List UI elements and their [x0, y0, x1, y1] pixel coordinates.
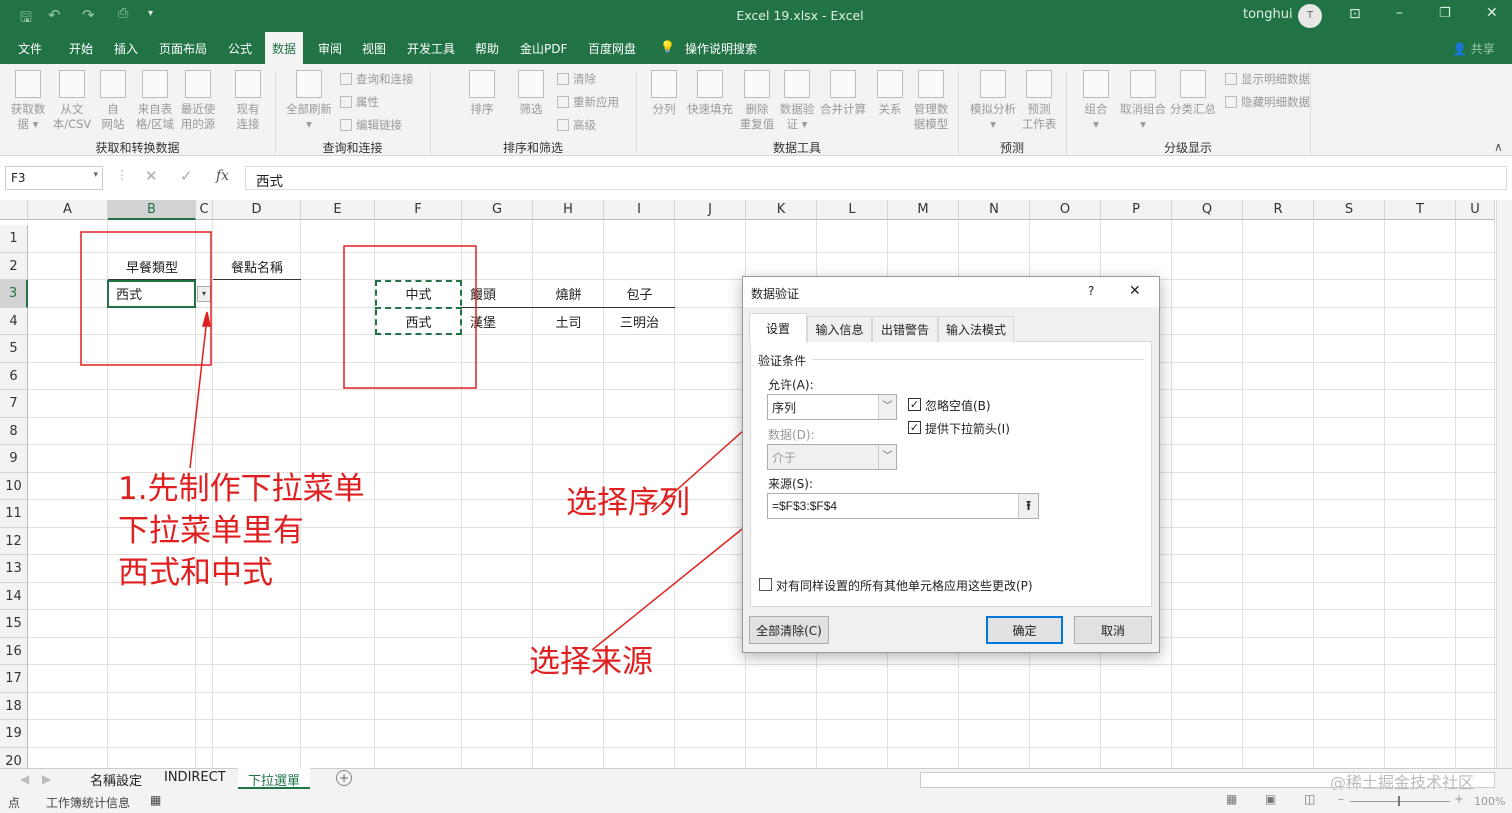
annotation-step1: 1.先制作下拉菜单 下拉菜单里有 西式和中式	[118, 468, 365, 594]
dropdown-label: 提供下拉箭头(I)	[925, 422, 1010, 436]
zoom-out-icon[interactable]: –	[1338, 792, 1344, 806]
source-input[interactable]: =$F$3:$F$4 ⭱	[767, 493, 1039, 519]
page-break-view-icon[interactable]: ◫	[1304, 792, 1315, 806]
tab-ime-mode[interactable]: 输入法模式	[938, 316, 1014, 342]
normal-view-icon[interactable]: ▦	[1226, 792, 1237, 806]
sheet-tabs-bar: ◀ ▶ 名稱設定 INDIRECT 下拉選單 + @稀土掘金技术社区	[0, 768, 1512, 792]
tab-settings[interactable]: 设置	[749, 313, 807, 343]
status-mode: 点	[8, 796, 21, 810]
apply-all-label: 对有同样设置的所有其他单元格应用这些更改(P)	[776, 579, 1033, 593]
highlight-box-f	[343, 245, 477, 389]
arrow-source	[591, 512, 763, 651]
ignore-blank-label: 忽略空值(B)	[925, 399, 991, 413]
stats-icon[interactable]: ▦	[150, 793, 161, 807]
dropdown-checkbox[interactable]: ✓	[908, 421, 921, 434]
zoom-level[interactable]: 100%	[1474, 795, 1505, 808]
page-layout-view-icon[interactable]: ▣	[1265, 792, 1276, 806]
annotation-choose-source: 选择来源	[529, 644, 653, 680]
chevron-down-icon: ﹀	[878, 445, 896, 469]
annotation-line: 西式和中式	[118, 555, 273, 591]
arrow-head	[202, 311, 211, 327]
source-label: 来源(S):	[768, 477, 814, 491]
tab-error-alert[interactable]: 出错警告	[872, 316, 938, 342]
ok-button[interactable]: 确定	[986, 616, 1063, 644]
sheet-tab-active[interactable]: 下拉選單	[238, 768, 310, 789]
data-select: 介于 ﹀	[767, 444, 897, 470]
prev-sheet-icon[interactable]: ◀	[20, 772, 29, 786]
annotation-line: 下拉菜单里有	[118, 513, 304, 549]
close-icon[interactable]: ✕	[1129, 283, 1141, 299]
annotation-line: 1.先制作下拉菜单	[118, 471, 365, 507]
zoom-slider-thumb[interactable]	[1398, 796, 1400, 806]
apply-all-checkbox[interactable]	[759, 578, 772, 591]
dialog-title: 数据验证	[751, 287, 800, 301]
cancel-button[interactable]: 取消	[1074, 616, 1152, 644]
data-label: 数据(D):	[768, 428, 815, 442]
data-value: 介于	[772, 450, 797, 465]
chevron-down-icon[interactable]: ﹀	[878, 395, 896, 419]
next-sheet-icon[interactable]: ▶	[42, 772, 51, 786]
annotation-choose-list: 选择序列	[566, 485, 690, 521]
sheet-tab[interactable]: 名稱設定	[90, 770, 142, 789]
clear-all-button[interactable]: 全部清除(C)	[749, 616, 829, 644]
ignore-blank-checkbox[interactable]: ✓	[908, 398, 921, 411]
source-value: =$F$3:$F$4	[772, 499, 838, 513]
allow-label: 允许(A):	[768, 378, 814, 392]
allow-value: 序列	[772, 400, 797, 415]
section-divider	[812, 359, 1144, 360]
workbook-stats[interactable]: 工作簿统计信息	[46, 794, 130, 811]
sheet-tab[interactable]: INDIRECT	[164, 770, 226, 785]
allow-select[interactable]: 序列 ﹀	[767, 394, 897, 420]
tab-input-message[interactable]: 输入信息	[807, 316, 872, 342]
zoom-slider[interactable]	[1350, 801, 1450, 802]
add-sheet-icon[interactable]: +	[336, 770, 352, 786]
status-bar: 点 工作簿统计信息 ▦ ▦ ▣ ◫ – + 100%	[0, 790, 1512, 813]
arrow-step1	[189, 317, 208, 469]
help-button[interactable]: ?	[1088, 284, 1094, 298]
section-label: 验证条件	[758, 354, 807, 368]
highlight-box-b	[80, 231, 212, 366]
collapse-dialog-icon[interactable]: ⭱	[1018, 494, 1038, 518]
zoom-in-icon[interactable]: +	[1454, 792, 1464, 806]
